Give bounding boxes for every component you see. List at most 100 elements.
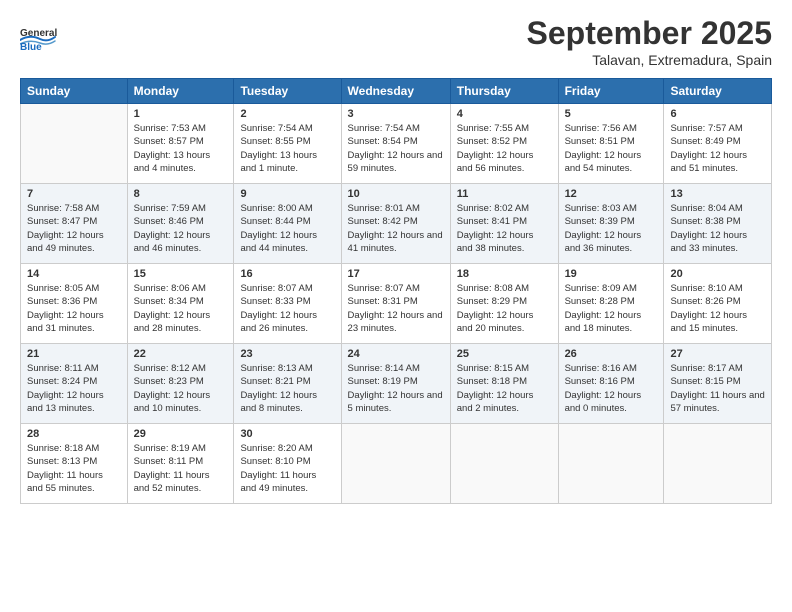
- table-row: 1 Sunrise: 7:53 AMSunset: 8:57 PMDayligh…: [127, 104, 234, 184]
- day-info: Sunrise: 7:59 AMSunset: 8:46 PMDaylight:…: [134, 203, 211, 254]
- table-row: 14 Sunrise: 8:05 AMSunset: 8:36 PMDaylig…: [21, 264, 128, 344]
- table-row: 8 Sunrise: 7:59 AMSunset: 8:46 PMDayligh…: [127, 184, 234, 264]
- page: General Blue September 2025 Talavan, Ext…: [0, 0, 792, 612]
- col-monday: Monday: [127, 79, 234, 104]
- calendar-week-row: 1 Sunrise: 7:53 AMSunset: 8:57 PMDayligh…: [21, 104, 772, 184]
- day-info: Sunrise: 8:09 AMSunset: 8:28 PMDaylight:…: [565, 283, 642, 334]
- calendar-header-row: Sunday Monday Tuesday Wednesday Thursday…: [21, 79, 772, 104]
- day-number: 27: [670, 348, 765, 360]
- table-row: 26 Sunrise: 8:16 AMSunset: 8:16 PMDaylig…: [558, 344, 664, 424]
- day-number: 25: [457, 348, 552, 360]
- day-number: 24: [348, 348, 444, 360]
- day-info: Sunrise: 8:12 AMSunset: 8:23 PMDaylight:…: [134, 363, 211, 414]
- table-row: 16 Sunrise: 8:07 AMSunset: 8:33 PMDaylig…: [234, 264, 341, 344]
- title-block: September 2025 Talavan, Extremadura, Spa…: [527, 15, 772, 68]
- day-number: 2: [240, 108, 334, 120]
- day-number: 10: [348, 188, 444, 200]
- col-tuesday: Tuesday: [234, 79, 341, 104]
- table-row: 10 Sunrise: 8:01 AMSunset: 8:42 PMDaylig…: [341, 184, 450, 264]
- day-info: Sunrise: 8:02 AMSunset: 8:41 PMDaylight:…: [457, 203, 534, 254]
- day-number: 22: [134, 348, 228, 360]
- table-row: 23 Sunrise: 8:13 AMSunset: 8:21 PMDaylig…: [234, 344, 341, 424]
- col-wednesday: Wednesday: [341, 79, 450, 104]
- day-info: Sunrise: 8:01 AMSunset: 8:42 PMDaylight:…: [348, 203, 443, 254]
- table-row: 28 Sunrise: 8:18 AMSunset: 8:13 PMDaylig…: [21, 424, 128, 504]
- day-info: Sunrise: 8:08 AMSunset: 8:29 PMDaylight:…: [457, 283, 534, 334]
- table-row: 24 Sunrise: 8:14 AMSunset: 8:19 PMDaylig…: [341, 344, 450, 424]
- day-info: Sunrise: 8:17 AMSunset: 8:15 PMDaylight:…: [670, 363, 764, 414]
- table-row: 29 Sunrise: 8:19 AMSunset: 8:11 PMDaylig…: [127, 424, 234, 504]
- day-number: 17: [348, 268, 444, 280]
- day-info: Sunrise: 7:58 AMSunset: 8:47 PMDaylight:…: [27, 203, 104, 254]
- day-info: Sunrise: 8:07 AMSunset: 8:31 PMDaylight:…: [348, 283, 443, 334]
- day-info: Sunrise: 8:04 AMSunset: 8:38 PMDaylight:…: [670, 203, 747, 254]
- calendar-week-row: 7 Sunrise: 7:58 AMSunset: 8:47 PMDayligh…: [21, 184, 772, 264]
- day-info: Sunrise: 7:57 AMSunset: 8:49 PMDaylight:…: [670, 123, 747, 174]
- table-row: [558, 424, 664, 504]
- day-info: Sunrise: 8:18 AMSunset: 8:13 PMDaylight:…: [27, 443, 103, 494]
- logo-svg: General Blue: [20, 15, 65, 60]
- logo: General Blue: [20, 15, 65, 60]
- day-number: 28: [27, 428, 121, 440]
- day-info: Sunrise: 7:54 AMSunset: 8:54 PMDaylight:…: [348, 123, 443, 174]
- table-row: 6 Sunrise: 7:57 AMSunset: 8:49 PMDayligh…: [664, 104, 772, 184]
- day-number: 29: [134, 428, 228, 440]
- day-number: 23: [240, 348, 334, 360]
- day-number: 20: [670, 268, 765, 280]
- day-number: 13: [670, 188, 765, 200]
- table-row: 17 Sunrise: 8:07 AMSunset: 8:31 PMDaylig…: [341, 264, 450, 344]
- svg-text:Blue: Blue: [20, 42, 42, 53]
- day-number: 5: [565, 108, 658, 120]
- day-number: 6: [670, 108, 765, 120]
- day-number: 11: [457, 188, 552, 200]
- table-row: 13 Sunrise: 8:04 AMSunset: 8:38 PMDaylig…: [664, 184, 772, 264]
- day-number: 1: [134, 108, 228, 120]
- day-number: 19: [565, 268, 658, 280]
- table-row: [341, 424, 450, 504]
- col-friday: Friday: [558, 79, 664, 104]
- day-info: Sunrise: 8:13 AMSunset: 8:21 PMDaylight:…: [240, 363, 317, 414]
- day-number: 18: [457, 268, 552, 280]
- table-row: 15 Sunrise: 8:06 AMSunset: 8:34 PMDaylig…: [127, 264, 234, 344]
- day-info: Sunrise: 8:19 AMSunset: 8:11 PMDaylight:…: [134, 443, 210, 494]
- day-number: 7: [27, 188, 121, 200]
- day-number: 9: [240, 188, 334, 200]
- day-info: Sunrise: 8:15 AMSunset: 8:18 PMDaylight:…: [457, 363, 534, 414]
- table-row: 30 Sunrise: 8:20 AMSunset: 8:10 PMDaylig…: [234, 424, 341, 504]
- day-info: Sunrise: 8:00 AMSunset: 8:44 PMDaylight:…: [240, 203, 317, 254]
- day-info: Sunrise: 7:54 AMSunset: 8:55 PMDaylight:…: [240, 123, 317, 174]
- day-info: Sunrise: 7:55 AMSunset: 8:52 PMDaylight:…: [457, 123, 534, 174]
- table-row: 18 Sunrise: 8:08 AMSunset: 8:29 PMDaylig…: [450, 264, 558, 344]
- day-info: Sunrise: 8:10 AMSunset: 8:26 PMDaylight:…: [670, 283, 747, 334]
- day-number: 26: [565, 348, 658, 360]
- calendar-week-row: 21 Sunrise: 8:11 AMSunset: 8:24 PMDaylig…: [21, 344, 772, 424]
- table-row: 20 Sunrise: 8:10 AMSunset: 8:26 PMDaylig…: [664, 264, 772, 344]
- calendar-table: Sunday Monday Tuesday Wednesday Thursday…: [20, 78, 772, 504]
- subtitle: Talavan, Extremadura, Spain: [527, 52, 772, 68]
- day-info: Sunrise: 8:06 AMSunset: 8:34 PMDaylight:…: [134, 283, 211, 334]
- day-info: Sunrise: 7:53 AMSunset: 8:57 PMDaylight:…: [134, 123, 211, 174]
- table-row: 25 Sunrise: 8:15 AMSunset: 8:18 PMDaylig…: [450, 344, 558, 424]
- table-row: 5 Sunrise: 7:56 AMSunset: 8:51 PMDayligh…: [558, 104, 664, 184]
- table-row: 22 Sunrise: 8:12 AMSunset: 8:23 PMDaylig…: [127, 344, 234, 424]
- day-info: Sunrise: 8:05 AMSunset: 8:36 PMDaylight:…: [27, 283, 104, 334]
- table-row: 27 Sunrise: 8:17 AMSunset: 8:15 PMDaylig…: [664, 344, 772, 424]
- day-number: 4: [457, 108, 552, 120]
- day-info: Sunrise: 8:20 AMSunset: 8:10 PMDaylight:…: [240, 443, 316, 494]
- day-info: Sunrise: 7:56 AMSunset: 8:51 PMDaylight:…: [565, 123, 642, 174]
- table-row: 21 Sunrise: 8:11 AMSunset: 8:24 PMDaylig…: [21, 344, 128, 424]
- day-number: 14: [27, 268, 121, 280]
- day-number: 15: [134, 268, 228, 280]
- table-row: [21, 104, 128, 184]
- table-row: 2 Sunrise: 7:54 AMSunset: 8:55 PMDayligh…: [234, 104, 341, 184]
- day-info: Sunrise: 8:14 AMSunset: 8:19 PMDaylight:…: [348, 363, 443, 414]
- day-info: Sunrise: 8:16 AMSunset: 8:16 PMDaylight:…: [565, 363, 642, 414]
- day-info: Sunrise: 8:07 AMSunset: 8:33 PMDaylight:…: [240, 283, 317, 334]
- table-row: 7 Sunrise: 7:58 AMSunset: 8:47 PMDayligh…: [21, 184, 128, 264]
- col-saturday: Saturday: [664, 79, 772, 104]
- header: General Blue September 2025 Talavan, Ext…: [20, 15, 772, 68]
- col-thursday: Thursday: [450, 79, 558, 104]
- col-sunday: Sunday: [21, 79, 128, 104]
- day-number: 21: [27, 348, 121, 360]
- day-number: 8: [134, 188, 228, 200]
